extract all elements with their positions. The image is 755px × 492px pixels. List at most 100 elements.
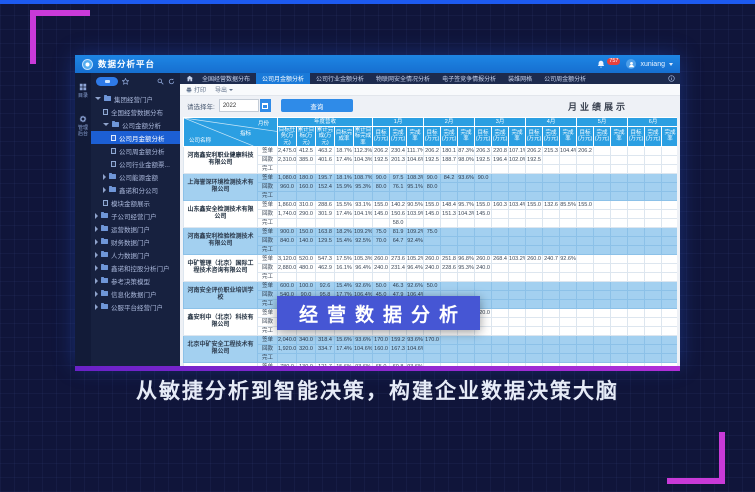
query-button[interactable]: 查询 — [281, 99, 353, 112]
star-icon[interactable] — [122, 78, 129, 85]
tree-item-0[interactable]: 集团经营门户 — [91, 92, 180, 105]
calendar-icon[interactable] — [260, 99, 271, 112]
tab-1[interactable]: 公司月金额分析 — [256, 73, 310, 84]
caret-icon[interactable] — [95, 278, 98, 284]
tree-item-10[interactable]: 运营数据门户 — [91, 222, 180, 235]
tree-item-5[interactable]: 公司行业金额票... — [91, 157, 180, 170]
tab-5[interactable]: 装维网格 — [502, 73, 538, 84]
avatar[interactable] — [626, 59, 636, 69]
tree-item-14[interactable]: 参考决策模型 — [91, 274, 180, 287]
tree-item-7[interactable]: 鑫诺和分公司 — [91, 183, 180, 196]
tree-item-13[interactable]: 鑫诺和控股分析门户 — [91, 261, 180, 274]
folder-icon — [109, 174, 116, 179]
caret-icon[interactable] — [95, 213, 98, 219]
table-cell: 96.4% — [354, 263, 373, 272]
tab-4[interactable]: 电子签竞争情报分析 — [436, 73, 502, 84]
caret-icon[interactable] — [95, 304, 98, 310]
tagline: 从敏捷分析到智能决策，构建企业数据决策大脑 — [0, 375, 755, 405]
caret-icon[interactable] — [95, 239, 98, 245]
rail-item-catalog[interactable]: 目录 — [78, 83, 89, 99]
tab-6[interactable]: 公司周金额分析 — [538, 73, 592, 84]
caret-icon[interactable] — [95, 97, 101, 100]
bottom-accent-line — [75, 366, 680, 371]
caret-icon[interactable] — [95, 252, 98, 258]
table-cell — [560, 191, 577, 200]
metric-cell: 签单 — [258, 335, 278, 344]
tab-3[interactable]: 物联网安全情况分析 — [370, 73, 436, 84]
metric-cell: 回款 — [258, 263, 278, 272]
table-cell — [560, 272, 577, 281]
tree-item-2[interactable]: 公司金额分析 — [91, 118, 180, 131]
table-cell — [594, 182, 611, 191]
tree-item-11[interactable]: 财务数据门户 — [91, 235, 180, 248]
folder-icon — [101, 304, 108, 309]
table-cell — [373, 245, 390, 254]
metric-cell: 签单 — [258, 173, 278, 182]
export-button[interactable]: 导出 — [215, 85, 233, 94]
tree-item-label: 全国经营数据分布 — [111, 107, 163, 117]
table-col-header: 完成率 — [407, 127, 424, 147]
year-input[interactable]: 2022 — [219, 99, 259, 112]
table-cell — [628, 236, 645, 245]
table-cell — [645, 317, 662, 326]
folder-icon — [104, 96, 111, 101]
table-cell — [628, 263, 645, 272]
table-cell — [645, 218, 662, 227]
caret-icon[interactable] — [103, 174, 106, 180]
table-cell — [492, 164, 509, 173]
tab-2[interactable]: 公司行业金额分析 — [310, 73, 370, 84]
table-cell — [594, 317, 611, 326]
tab-0[interactable]: 全国经营数据分布 — [196, 73, 256, 84]
home-icon[interactable] — [183, 75, 196, 82]
table-cell: 97.5 — [390, 173, 407, 182]
tree-item-12[interactable]: 人力数据门户 — [91, 248, 180, 261]
folder-icon — [101, 213, 108, 218]
table-cell: 109.2% — [354, 227, 373, 236]
table-cell — [611, 146, 628, 155]
table-cell — [611, 155, 628, 164]
caret-icon[interactable] — [95, 226, 98, 232]
rail-item-admin[interactable]: 管理后台 — [78, 115, 89, 137]
table-row: 回款1,740.0290.0301.917.4%104.1%145.0150.6… — [184, 209, 678, 218]
search-icon[interactable] — [157, 78, 164, 85]
caret-icon[interactable] — [95, 265, 98, 271]
table-cell — [526, 272, 543, 281]
table-cell: 310.0 — [297, 200, 316, 209]
table-cell — [458, 353, 475, 362]
tree-item-3[interactable]: 公司月金额分析 — [91, 131, 180, 144]
table-cell — [526, 335, 543, 344]
table-cell — [316, 218, 335, 227]
table-cell — [594, 155, 611, 164]
table-cell — [475, 182, 492, 191]
tree-item-9[interactable]: 子公司经营门户 — [91, 209, 180, 222]
table-cell — [645, 335, 662, 344]
table-cell: 206.2 — [577, 146, 594, 155]
info-icon[interactable] — [668, 75, 677, 82]
table-cell — [645, 191, 662, 200]
tree-item-4[interactable]: 公司周金额分析 — [91, 144, 180, 157]
table-cell — [543, 263, 560, 272]
table-cell — [526, 290, 543, 299]
caret-icon[interactable] — [103, 187, 106, 193]
caret-icon[interactable] — [95, 291, 98, 297]
sidebar-view-toggle[interactable] — [96, 77, 118, 86]
tree-item-16[interactable]: 公服平台经营门户 — [91, 300, 180, 313]
tree-item-15[interactable]: 信息化数据门户 — [91, 287, 180, 300]
table-cell: 92.6% — [407, 281, 424, 290]
metric-cell: 回款 — [258, 290, 278, 299]
refresh-icon[interactable] — [168, 78, 175, 85]
top-accent-line — [0, 0, 755, 4]
table-cell — [662, 326, 677, 335]
tree-item-6[interactable]: 公司能源金额 — [91, 170, 180, 183]
tree-item-8[interactable]: 模块金额展示 — [91, 196, 180, 209]
table-cell — [611, 263, 628, 272]
username[interactable]: xuniang — [640, 61, 665, 68]
table-cell — [297, 272, 316, 281]
caret-icon[interactable] — [103, 123, 109, 126]
print-button[interactable]: 打印 — [186, 85, 206, 94]
chevron-down-icon[interactable] — [669, 63, 673, 66]
table-col-header: 目标(万元) — [577, 127, 594, 147]
tree-item-1[interactable]: 全国经营数据分布 — [91, 105, 180, 118]
bell-icon[interactable] — [597, 60, 605, 68]
metric-cell: 签单 — [258, 281, 278, 290]
